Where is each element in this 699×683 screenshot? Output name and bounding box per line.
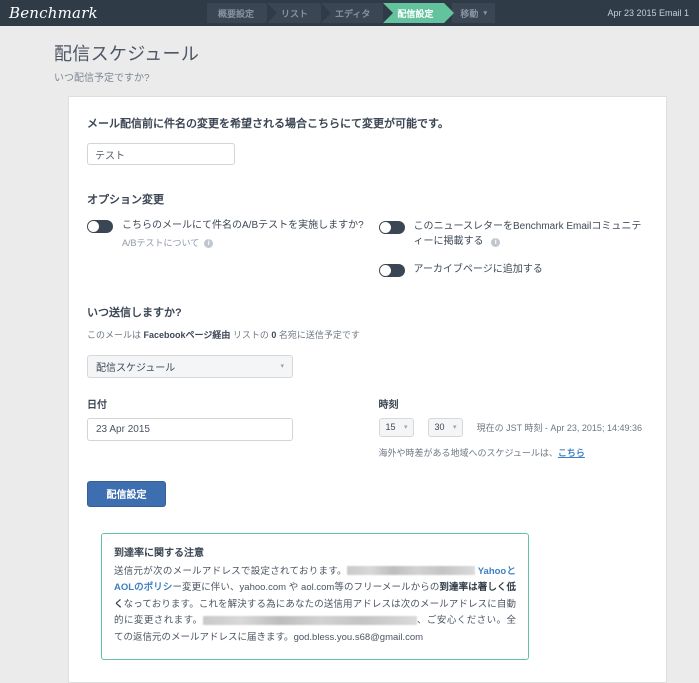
schedule-type-select[interactable]: 配信スケジュール ▾ xyxy=(87,354,293,378)
minute-select[interactable]: 30 ▾ xyxy=(427,417,463,437)
option-community-gallery-text: このニュースレターをBenchmark Emailコミュニティーに掲載する i xyxy=(414,220,643,249)
hour-select[interactable]: 15 ▾ xyxy=(378,417,414,437)
top-navigation-bar: Benchmark 概要設定 リスト エディタ 配信設定 移動 ▾ Apr 23… xyxy=(0,0,699,26)
time-select-row: 15 ▾ 30 ▾ 現在の JST 時刻 - Apr 23, 2015; 14:… xyxy=(378,417,643,437)
toggle-ab-test[interactable] xyxy=(87,220,113,233)
chevron-down-icon: ▾ xyxy=(404,424,408,431)
option-archive-page-label: アーカイブページに追加する xyxy=(413,264,543,275)
options-column-right: このニュースレターをBenchmark Emailコミュニティーに掲載する i … xyxy=(365,219,643,292)
date-label: 日付 xyxy=(87,399,107,411)
option-ab-test-sublabel-row[interactable]: A/Bテストについて i xyxy=(122,237,364,250)
redacted-new-sender-email xyxy=(202,616,417,626)
timezone-note: 海外や時差がある地域へのスケジュールは、こちら xyxy=(379,446,643,459)
options-toggle-grid: こちらのメールにて件名のA/Bテストを実施しますか? A/Bテストについて i … xyxy=(87,219,642,292)
notice-line-1: 送信元が次のメールアドレスで設定されております。 xyxy=(114,565,347,577)
move-dropdown-label: 移動 xyxy=(460,8,479,19)
recipient-list-name: Facebookページ経由 xyxy=(143,329,231,340)
benchmark-logo[interactable]: Benchmark xyxy=(0,4,98,22)
recipient-summary-suffix: 名宛に送信予定です xyxy=(276,329,360,340)
wizard-step-overview-label: 概要設定 xyxy=(218,8,255,19)
date-column: 日付 xyxy=(87,396,365,459)
wizard-step-schedule[interactable]: 配信設定 xyxy=(383,3,455,23)
schedule-settings-card: メール配信前に件名の変更を希望される場合こちらにて変更が可能です。 オプション変… xyxy=(68,96,667,683)
schedule-type-value: 配信スケジュール xyxy=(96,362,176,374)
options-section-heading: オプション変更 xyxy=(87,194,164,206)
schedule-submit-button[interactable]: 配信設定 xyxy=(87,480,166,507)
option-community-gallery-label: このニュースレターをBenchmark Emailコミュニティーに掲載する xyxy=(413,221,642,247)
current-time-label: 現在の JST 時刻 - Apr 23, 2015; 14:49:36 xyxy=(476,422,642,433)
toggle-knob xyxy=(88,221,99,232)
date-input[interactable] xyxy=(87,417,293,441)
option-ab-test-label: こちらのメールにて件名のA/Bテストを実施しますか? xyxy=(122,220,364,231)
recipient-summary-middle: リストの xyxy=(230,329,272,340)
subject-section-heading: メール配信前に件名の変更を希望される場合こちらにて変更が可能です。 xyxy=(87,118,449,130)
wizard-step-editor[interactable]: エディタ xyxy=(321,3,392,23)
hour-value: 15 xyxy=(385,422,396,432)
subject-input[interactable] xyxy=(87,143,235,165)
option-ab-test-sublabel: A/Bテストについて xyxy=(122,237,200,248)
campaign-info-label: Apr 23 2015 Email 1 xyxy=(607,8,689,18)
page-subtitle: いつ配信予定ですか? xyxy=(54,73,150,84)
timezone-note-link[interactable]: こちら xyxy=(558,448,585,458)
toggle-knob xyxy=(379,222,391,233)
minute-value: 30 xyxy=(434,422,445,432)
recipient-summary: このメールは Facebookページ経由 リストの 0 名宛に送信予定です xyxy=(87,328,642,341)
chevron-down-icon: ▾ xyxy=(483,10,487,17)
notice-body: 送信元が次のメールアドレスで設定されております。 YahooとAOLのポリシー変… xyxy=(114,564,516,647)
deliverability-notice: 到達率に関する注意 送信元が次のメールアドレスで設定されております。 Yahoo… xyxy=(101,532,529,660)
send-section-heading: いつ送信しますか? xyxy=(87,306,182,319)
toggle-archive-page[interactable] xyxy=(378,264,405,277)
chevron-down-icon: ▾ xyxy=(453,424,457,431)
option-row-ab-test[interactable]: こちらのメールにて件名のA/Bテストを実施しますか? A/Bテストについて i xyxy=(87,219,365,250)
option-row-community-gallery[interactable]: このニュースレターをBenchmark Emailコミュニティーに掲載する i xyxy=(378,220,643,249)
notice-reply-email: god.bless.you.s68@gmail.com xyxy=(293,632,424,643)
wizard-step-overview[interactable]: 概要設定 xyxy=(207,3,276,23)
option-row-archive-page[interactable]: アーカイブページに追加する xyxy=(378,263,643,278)
redacted-sender-email xyxy=(346,566,475,576)
wizard-step-schedule-label: 配信設定 xyxy=(397,8,434,19)
wizard-step-list-label: リスト xyxy=(281,8,309,19)
notice-title: 到達率に関する注意 xyxy=(114,547,204,559)
info-icon[interactable]: i xyxy=(491,237,501,247)
move-dropdown-button[interactable]: 移動 ▾ xyxy=(452,3,495,23)
timezone-note-text: 海外や時差がある地域へのスケジュールは、 xyxy=(378,447,558,458)
options-column-left: こちらのメールにて件名のA/Bテストを実施しますか? A/Bテストについて i xyxy=(87,219,365,292)
wizard-step-editor-label: エディタ xyxy=(335,8,371,19)
wizard-step-list[interactable]: リスト xyxy=(267,3,330,23)
toggle-community-gallery[interactable] xyxy=(378,221,405,234)
time-label: 時刻 xyxy=(378,399,399,411)
wizard-step-breadcrumb: 概要設定 リスト エディタ 配信設定 移動 ▾ xyxy=(207,3,495,23)
page-header: 配信スケジュール いつ配信予定ですか? xyxy=(0,26,699,84)
option-ab-test-text: こちらのメールにて件名のA/Bテストを実施しますか? A/Bテストについて i xyxy=(122,219,364,250)
chevron-down-icon: ▾ xyxy=(280,363,284,370)
time-column: 時刻 15 ▾ 30 ▾ 現在の JST 時刻 - Apr 23, 2015; … xyxy=(365,396,643,459)
notice-line-2a: ー変更に伴い、yahoo.com や aol.com等のフリーメールからの xyxy=(172,582,440,594)
info-icon[interactable]: i xyxy=(204,238,214,248)
date-time-row: 日付 時刻 15 ▾ 30 ▾ 現在の JST 時刻 - Apr 23, 201… xyxy=(87,396,642,459)
recipient-summary-prefix: このメールは xyxy=(87,329,144,340)
page-title: 配信スケジュール xyxy=(54,44,200,64)
toggle-knob xyxy=(379,265,391,276)
